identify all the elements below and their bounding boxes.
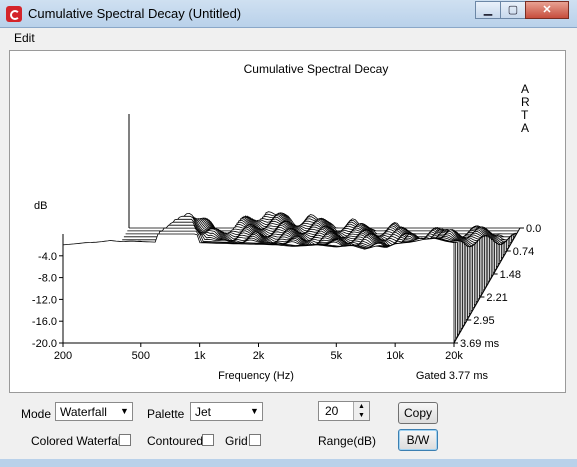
close-button[interactable]: ✕ (525, 1, 569, 19)
chart-title: Cumulative Spectral Decay (244, 62, 389, 76)
window-title: Cumulative Spectral Decay (Untitled) (28, 6, 242, 21)
mode-value: Waterfall (60, 405, 107, 419)
time-tick-label: 0.0 (526, 223, 541, 235)
maximize-button[interactable]: ▢ (500, 1, 526, 19)
range-value: 20 (325, 404, 339, 418)
x-axis: 200 500 1k 2k 5k 10k 20k (54, 342, 463, 362)
time-tick-label: 2.21 (486, 292, 507, 304)
x-tick-label: 200 (54, 350, 72, 362)
palette-select[interactable]: Jet ▼ (190, 402, 263, 421)
copy-button[interactable]: Copy (398, 402, 438, 424)
y-axis-title: dB (34, 200, 47, 212)
mode-label: Mode (21, 407, 52, 421)
plot-area: Cumulative Spectral Decay ARTA -4.0 -8.0-… (9, 50, 566, 393)
contoured-checkbox[interactable] (202, 434, 214, 446)
bw-button[interactable]: B/W (398, 429, 438, 451)
y-tick-label: -20.0 (32, 338, 57, 350)
arta-letter: T (521, 108, 529, 122)
close-icon: ✕ (542, 4, 552, 16)
window-bottom-edge (0, 459, 577, 467)
contoured-label: Contoured (147, 434, 204, 448)
arta-letter: R (521, 95, 530, 109)
x-tick-label: 500 (132, 350, 150, 362)
x-tick-label: 5k (330, 350, 342, 362)
x-axis-label: Frequency (Hz) (218, 370, 294, 382)
x-tick-label: 1k (194, 350, 206, 362)
range-label: Range(dB) (318, 434, 377, 448)
colored-waterfall-label: Colored Waterfall (31, 434, 124, 448)
x-tick-label: 2k (253, 350, 265, 362)
x-tick-label: 10k (386, 350, 404, 362)
grid-checkbox[interactable] (249, 434, 261, 446)
gated-label: Gated 3.77 ms (416, 370, 489, 382)
y-tick-label: -16.0 (32, 316, 57, 328)
chevron-down-icon: ▼ (120, 406, 129, 416)
y-axis: -4.0 -8.0 -12.0 -16.0 -20.0 (32, 234, 64, 350)
x-tick-label: 20k (445, 350, 463, 362)
title-bar: Cumulative Spectral Decay (Untitled) ▁ ▢… (0, 0, 577, 28)
spin-down-icon[interactable]: ▼ (353, 411, 369, 420)
chevron-down-icon: ▼ (250, 406, 259, 416)
app-icon (6, 6, 22, 22)
mode-select[interactable]: Waterfall ▼ (55, 402, 133, 421)
arta-letter: A (521, 82, 529, 96)
time-tick-label: 3.69 ms (460, 338, 500, 350)
colored-waterfall-checkbox[interactable] (119, 434, 131, 446)
minimize-icon: ▁ (483, 4, 493, 16)
range-spinner[interactable]: 20 ▲ ▼ (318, 401, 370, 421)
palette-label: Palette (147, 407, 185, 421)
waterfall-slices (62, 114, 520, 344)
palette-value: Jet (195, 405, 212, 419)
y-tick-label: -8.0 (38, 273, 57, 285)
arta-letter: A (521, 121, 529, 135)
y-tick-label: -12.0 (32, 294, 57, 306)
time-tick-label: 1.48 (500, 269, 521, 281)
arta-watermark: ARTA (521, 82, 530, 135)
minimize-button[interactable]: ▁ (475, 1, 501, 19)
spin-up-icon[interactable]: ▲ (353, 402, 369, 411)
y-tick-label: -4.0 (38, 251, 57, 263)
time-tick-label: 0.74 (513, 246, 534, 258)
menu-edit[interactable]: Edit (14, 31, 35, 45)
waterfall-chart: Cumulative Spectral Decay ARTA -4.0-8.0-… (32, 62, 541, 382)
grid-label: Grid (225, 434, 248, 448)
menu-bar: Edit (5, 29, 569, 47)
time-tick-label: 2.95 (473, 315, 494, 327)
waterfall-slice (62, 233, 455, 344)
maximize-icon: ▢ (507, 4, 519, 16)
